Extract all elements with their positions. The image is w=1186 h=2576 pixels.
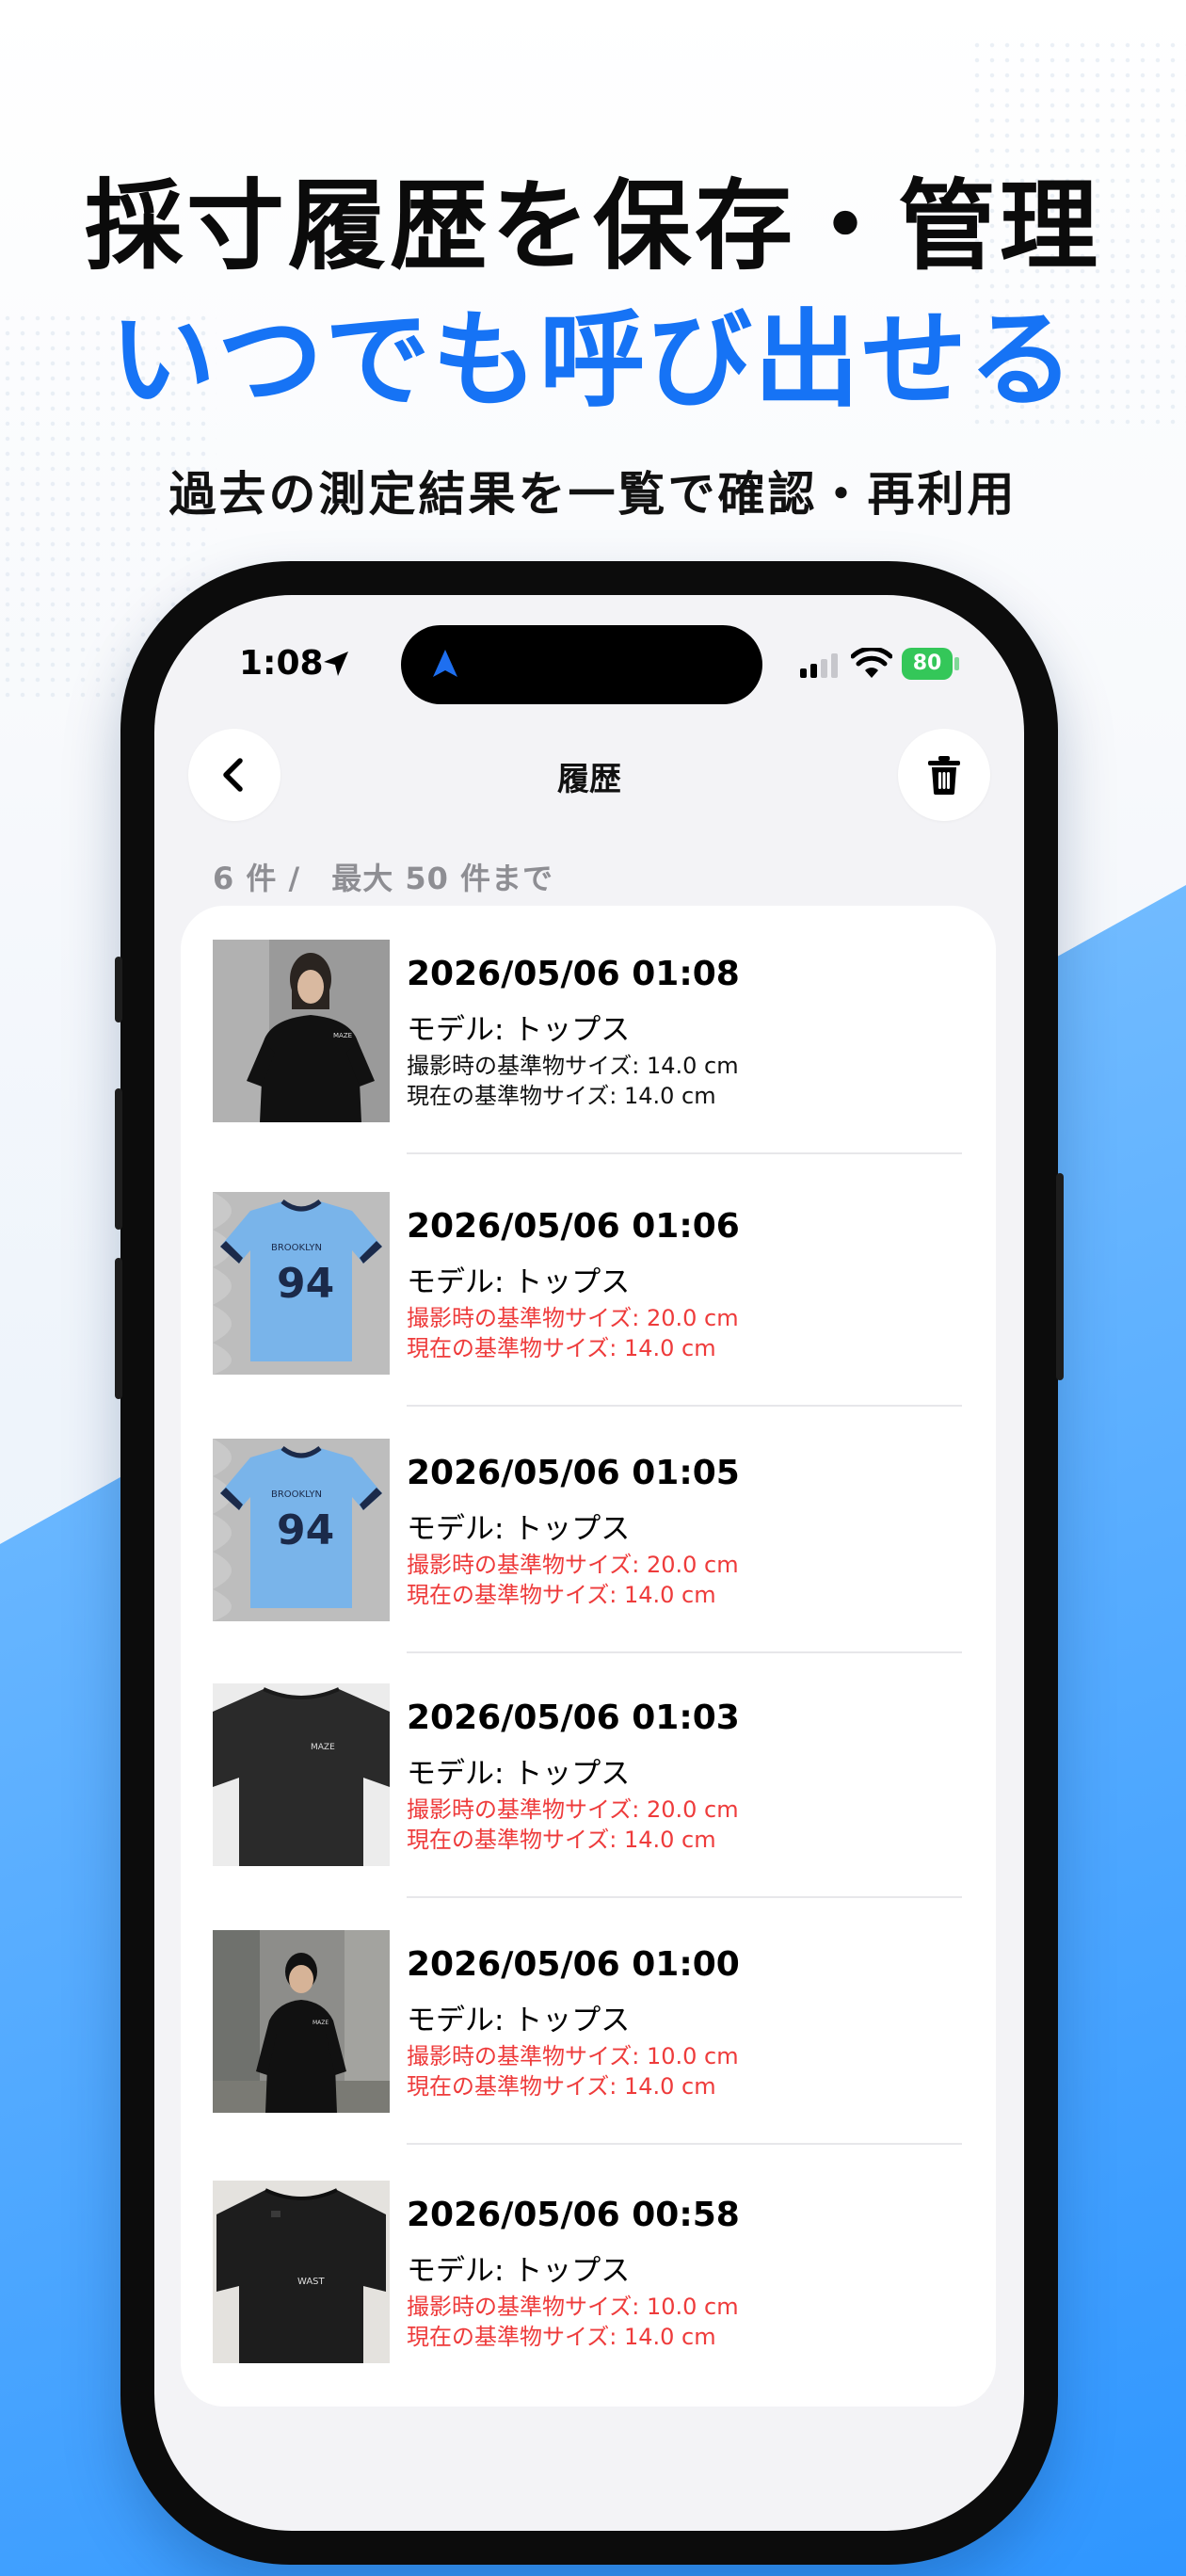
- history-row[interactable]: BROOKLYN 94 2026/05/06 01:05 モデル: トップス 撮…: [181, 1405, 996, 1653]
- history-current-size: 現在の基準物サイズ: 14.0 cm: [407, 1827, 716, 1853]
- wifi-icon: [851, 648, 892, 678]
- history-thumbnail: MAZE: [213, 940, 390, 1122]
- trash-icon: [928, 756, 960, 795]
- history-thumbnail: BROOKLYN 94: [213, 1192, 390, 1375]
- history-captured-size: 撮影時の基準物サイズ: 20.0 cm: [407, 1305, 739, 1331]
- history-current-size: 現在の基準物サイズ: 14.0 cm: [407, 2073, 716, 2100]
- svg-text:MAZE: MAZE: [313, 2020, 329, 2026]
- svg-text:MAZE: MAZE: [311, 1743, 335, 1752]
- history-row[interactable]: BROOKLYN 94 2026/05/06 01:06 モデル: トップス 撮…: [181, 1158, 996, 1407]
- history-thumbnail: WAST: [213, 2181, 390, 2363]
- history-row[interactable]: MAZE 2026/05/06 01:03 モデル: トップス 撮影時の基準物サ…: [181, 1650, 996, 1898]
- history-model: モデル: トップス: [407, 1265, 631, 1299]
- row-divider: [407, 1152, 962, 1154]
- phone-volume-up: [115, 1088, 122, 1230]
- history-captured-size: 撮影時の基準物サイズ: 20.0 cm: [407, 1552, 739, 1578]
- history-thumbnail: BROOKLYN 94: [213, 1439, 390, 1621]
- history-captured-size: 撮影時の基準物サイズ: 10.0 cm: [407, 2043, 739, 2069]
- battery-tip: [954, 657, 959, 670]
- history-model: モデル: トップス: [407, 2254, 631, 2288]
- page-title: 履歴: [557, 761, 621, 798]
- history-model: モデル: トップス: [407, 1013, 631, 1047]
- status-time: 1:08: [239, 644, 324, 683]
- history-current-size: 現在の基準物サイズ: 14.0 cm: [407, 2324, 716, 2350]
- cellular-signal-icon: [800, 653, 838, 678]
- history-captured-size: 撮影時の基準物サイズ: 10.0 cm: [407, 2294, 739, 2320]
- history-current-size: 現在の基準物サイズ: 14.0 cm: [407, 1335, 716, 1361]
- history-row[interactable]: WAST 2026/05/06 00:58 モデル: トップス 撮影時の基準物サ…: [181, 2147, 996, 2395]
- hero-title: 採寸履歴を保存・管理: [84, 169, 1101, 283]
- location-arrow-icon: [324, 652, 348, 676]
- hero-caption: 過去の測定結果を一覧で確認・再利用: [168, 467, 1018, 522]
- history-list: MAZE 2026/05/06 01:08 モデル: トップス 撮影時の基準物サ…: [181, 906, 996, 2407]
- battery-indicator: 80: [902, 648, 953, 680]
- history-current-size: 現在の基準物サイズ: 14.0 cm: [407, 1582, 716, 1608]
- history-datetime: 2026/05/06 01:08: [407, 955, 740, 993]
- phone-action-button: [115, 957, 122, 1022]
- phone-frame: 1:08 80 履歴 6 件 / 最大 50 件まで MAZE 2026/05/…: [115, 561, 1064, 2565]
- row-divider: [407, 2143, 962, 2145]
- history-row[interactable]: MAZE 2026/05/06 01:08 モデル: トップス 撮影時の基準物サ…: [181, 906, 996, 1154]
- history-captured-size: 撮影時の基準物サイズ: 20.0 cm: [407, 1796, 739, 1823]
- app-screen: 1:08 80 履歴 6 件 / 最大 50 件まで MAZE 2026/05/…: [154, 595, 1024, 2531]
- svg-text:WAST: WAST: [297, 2277, 326, 2287]
- dynamic-island: [401, 625, 762, 704]
- history-datetime: 2026/05/06 00:58: [407, 2196, 740, 2234]
- history-datetime: 2026/05/06 01:06: [407, 1207, 740, 1246]
- svg-text:94: 94: [277, 1260, 334, 1308]
- history-thumbnail: MAZE: [213, 1930, 390, 2113]
- history-datetime: 2026/05/06 01:05: [407, 1454, 740, 1492]
- history-datetime: 2026/05/06 01:00: [407, 1945, 740, 1984]
- hero-subtitle: いつでも呼び出せる: [110, 299, 1076, 422]
- delete-all-button[interactable]: [898, 729, 990, 821]
- phone-volume-down: [115, 1258, 122, 1399]
- history-datetime: 2026/05/06 01:03: [407, 1699, 740, 1737]
- history-count: 6 件 / 最大 50 件まで: [213, 861, 554, 896]
- phone-power-button: [1056, 1173, 1064, 1380]
- svg-text:MAZE: MAZE: [333, 1032, 352, 1039]
- history-current-size: 現在の基準物サイズ: 14.0 cm: [407, 1083, 716, 1109]
- history-row[interactable]: MAZE 2026/05/06 01:00 モデル: トップス 撮影時の基準物サ…: [181, 1896, 996, 2145]
- svg-text:BROOKLYN: BROOKLYN: [271, 1243, 322, 1253]
- svg-text:94: 94: [277, 1506, 334, 1554]
- history-model: モデル: トップス: [407, 1512, 631, 1546]
- svg-text:BROOKLYN: BROOKLYN: [271, 1489, 322, 1500]
- history-captured-size: 撮影時の基準物サイズ: 14.0 cm: [407, 1053, 739, 1079]
- history-thumbnail: MAZE: [213, 1683, 390, 1866]
- navigation-arrow-icon: [433, 650, 457, 677]
- history-model: モデル: トップス: [407, 1757, 631, 1791]
- history-model: モデル: トップス: [407, 2004, 631, 2037]
